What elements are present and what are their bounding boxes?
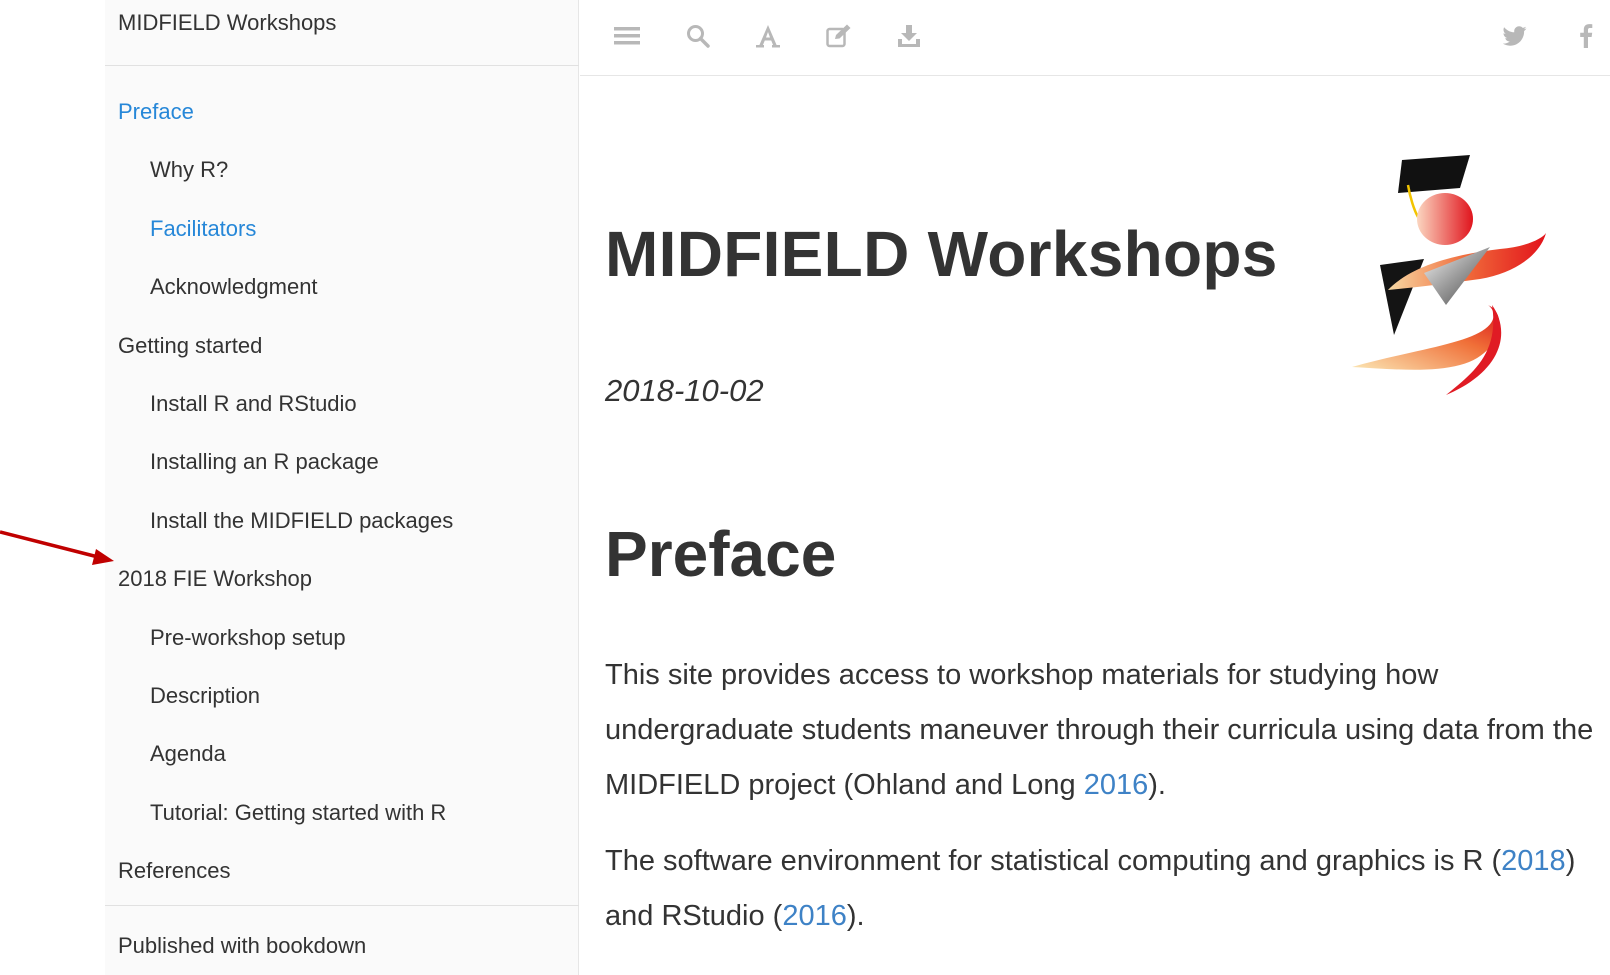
sidebar-item-description[interactable]: Description [105, 667, 579, 725]
paragraph-1-after: ). [1148, 769, 1166, 801]
sidebar-item-getting-started[interactable]: Getting started [105, 317, 579, 375]
main-content: MIDFIELD Workshops 2018-10-02 Preface Th… [580, 77, 1610, 975]
citation-link-rstudio-2016[interactable]: 2016 [782, 900, 847, 932]
preface-paragraph-2: The software environment for statistical… [605, 834, 1605, 944]
citation-link-r-2018[interactable]: 2018 [1501, 845, 1566, 877]
sidebar-item-install-r-and-rstudio[interactable]: Install R and RStudio [105, 375, 579, 433]
published-with-bookdown-link[interactable]: Published with bookdown [118, 933, 366, 959]
sidebar: MIDFIELD Workshops Preface Why R? Facilita… [105, 0, 579, 975]
annotation-arrow-icon [0, 530, 114, 565]
sidebar-item-why-r[interactable]: Why R? [105, 141, 579, 199]
sidebar-item-facilitators[interactable]: Facilitators [105, 200, 579, 258]
sidebar-item-acknowledgment[interactable]: Acknowledgment [105, 258, 579, 316]
toolbar [580, 0, 1610, 76]
sidebar-nav-list: Preface Why R? Facilitators Acknowledgment G… [105, 83, 579, 900]
page-title: MIDFIELD Workshops [605, 218, 1278, 290]
paragraph-2-after: ). [846, 900, 865, 932]
sidebar-divider-bottom [105, 905, 579, 906]
section-heading-preface: Preface [605, 518, 837, 590]
sidebar-item-install-the-midfield-packages[interactable]: Install the MIDFIELD packages [105, 492, 579, 550]
twitter-icon[interactable] [1499, 20, 1531, 52]
font-icon[interactable] [752, 20, 784, 52]
page: MIDFIELD Workshops Preface Why R? Facilita… [0, 0, 1610, 975]
sidebar-item-pre-workshop-setup[interactable]: Pre-workshop setup [105, 609, 579, 667]
sidebar-item-preface[interactable]: Preface [105, 83, 579, 141]
facebook-icon[interactable] [1570, 20, 1602, 52]
publish-date: 2018-10-02 [605, 373, 764, 408]
sidebar-item-references[interactable]: References [105, 842, 579, 900]
sidebar-item-2018-fie-workshop[interactable]: 2018 FIE Workshop [105, 550, 579, 608]
preface-paragraph-1: This site provides access to workshop ma… [605, 648, 1605, 813]
edit-icon[interactable] [823, 20, 855, 52]
sidebar-item-agenda[interactable]: Agenda [105, 725, 579, 783]
sidebar-divider-top [105, 65, 579, 66]
sidebar-item-tutorial-getting-started-with-r[interactable]: Tutorial: Getting started with R [105, 784, 579, 842]
search-icon[interactable] [682, 20, 714, 52]
sidebar-item-installing-an-r-package[interactable]: Installing an R package [105, 433, 579, 491]
paragraph-2-text: The software environment for statistical… [605, 845, 1502, 877]
menu-icon[interactable] [611, 20, 643, 52]
midfield-logo [1352, 155, 1546, 395]
download-icon[interactable] [893, 20, 925, 52]
sidebar-title[interactable]: MIDFIELD Workshops [118, 10, 336, 36]
citation-link-ohland-long-2016[interactable]: 2016 [1084, 769, 1149, 801]
